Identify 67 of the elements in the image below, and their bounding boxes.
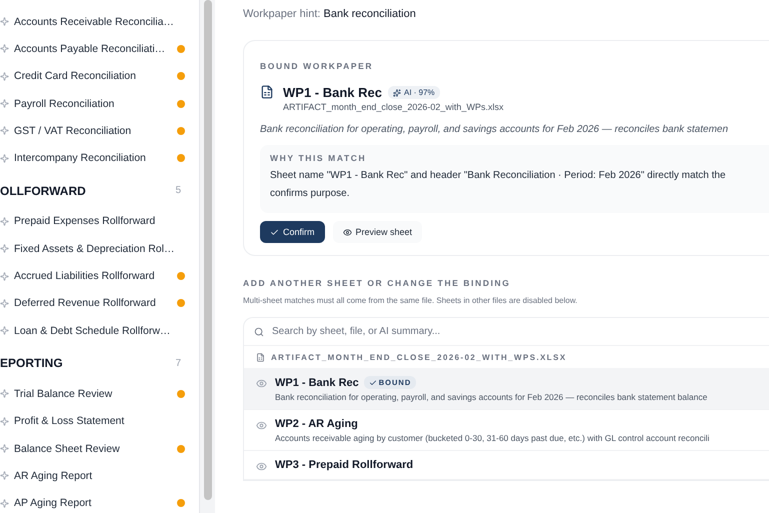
sidebar-item[interactable]: Trial Balance Review <box>14 388 177 400</box>
sidebar-item[interactable]: Accounts Payable Reconciliati… <box>14 42 177 55</box>
sparkle-icon <box>0 126 9 136</box>
sheet-description: Bank reconciliation for operating, payroll, and savings accounts for Feb 2026 — reconciles bank statement balance <box>275 392 708 402</box>
file-name: ARTIFACT_month_end_close_2026-02_with_WPs.xlsx <box>283 102 504 112</box>
sidebar-item[interactable]: AP Aging Report <box>14 497 177 510</box>
workpaper-name: WP1 - Bank Rec <box>283 85 382 100</box>
section-count: 5 <box>175 185 181 196</box>
sidebar-item[interactable]: Intercompany Reconciliation <box>14 152 177 164</box>
match-reason: confirms purpose. <box>270 187 350 201</box>
section-count: 7 <box>175 358 181 369</box>
sidebar-item[interactable]: Accrued Liabilities Rollforward <box>14 270 177 282</box>
sparkle-icon <box>0 298 9 308</box>
match-reason: Sheet name "WP1 - Bank Rec" and header "Bank Reconciliation · Period: Feb 2026" directly match the <box>270 169 727 183</box>
sheet-name: WP2 - AR Aging <box>275 418 358 430</box>
eye-icon[interactable] <box>256 420 267 431</box>
check-icon <box>368 378 377 386</box>
workpaper-hint: Workpaper hint: Bank reconciliation <box>243 8 417 20</box>
sparkle-icon <box>0 498 9 508</box>
confirm-button[interactable]: Confirm <box>260 221 325 243</box>
sparkle-icon <box>0 72 9 81</box>
search-icon <box>254 326 264 336</box>
sparkle-icon <box>0 444 9 453</box>
sidebar-item[interactable]: Deferred Revenue Rollforward <box>14 297 177 310</box>
spreadsheet-file-icon <box>256 352 265 362</box>
sidebar-item[interactable]: Credit Card Reconciliation <box>14 70 177 82</box>
sidebar-item[interactable]: Payroll Reconciliation <box>14 98 177 110</box>
spreadsheet-file-icon <box>260 85 274 99</box>
ai-confidence-badge: AI · 97% <box>388 86 440 99</box>
sidebar-item[interactable]: Accounts Receivable Reconcilia… <box>14 16 185 28</box>
sparkle-icon <box>0 216 9 226</box>
sparkles-icon <box>392 88 401 96</box>
file-group-heading: ARTIFACT_MONTH_END_CLOSE_2026-02_WITH_WPS.XLSX <box>271 352 567 362</box>
check-icon <box>270 228 279 236</box>
preview-button[interactable]: Preview sheet <box>332 221 422 243</box>
sheet-name: WP1 - Bank Rec <box>275 376 359 388</box>
section-heading: OLLFORWARD <box>0 184 86 198</box>
eye-icon[interactable] <box>256 461 267 472</box>
sidebar-item[interactable]: Balance Sheet Review <box>14 442 177 454</box>
help-text: Multi-sheet matches must all come from the same file. Sheets in other files are disabled below. <box>243 296 578 305</box>
sparkle-icon <box>0 272 9 281</box>
eye-icon <box>342 228 352 236</box>
sparkle-icon <box>0 389 9 398</box>
sidebar-item[interactable]: Profit & Loss Statement <box>14 415 185 428</box>
sheet-description: Accounts receivable aging by customer (bucketed 0-30, 31-60 days past due, etc.) with GL control account reconcili <box>275 433 710 443</box>
sidebar-item[interactable]: Prepaid Expenses Rollforward <box>14 215 185 228</box>
sidebar-item[interactable]: AR Aging Report <box>14 470 185 482</box>
sparkle-icon <box>0 244 9 254</box>
sparkle-icon <box>0 416 9 426</box>
section-heading: EPORTING <box>0 356 63 370</box>
panel-heading: WHY THIS MATCH <box>270 153 368 163</box>
section-heading: ADD ANOTHER SHEET OR CHANGE THE BINDING <box>243 278 512 288</box>
sparkle-icon <box>0 44 9 54</box>
sidebar-item[interactable]: Loan & Debt Schedule Rollforw… <box>14 324 185 337</box>
workpaper-description: Bank reconciliation for operating, payroll, and savings accounts for Feb 2026 — reconciles bank statemen <box>260 124 730 135</box>
section-heading: BOUND WORKPAPER <box>260 61 374 71</box>
sidebar-item[interactable]: Fixed Assets & Depreciation Rol… <box>14 242 185 255</box>
sparkle-icon <box>0 326 9 336</box>
sparkle-icon <box>0 471 9 480</box>
eye-icon[interactable] <box>256 378 267 389</box>
sidebar-item[interactable]: GST / VAT Reconciliation <box>14 124 177 137</box>
sparkle-icon <box>0 17 9 26</box>
scrollbar-thumb[interactable] <box>204 0 212 500</box>
search-field[interactable]: Search by sheet, file, or AI summary... <box>270 325 759 338</box>
sparkle-icon <box>0 99 9 108</box>
sheet-name: WP3 - Prepaid Rollforward <box>275 459 414 471</box>
sparkle-icon <box>0 154 9 163</box>
